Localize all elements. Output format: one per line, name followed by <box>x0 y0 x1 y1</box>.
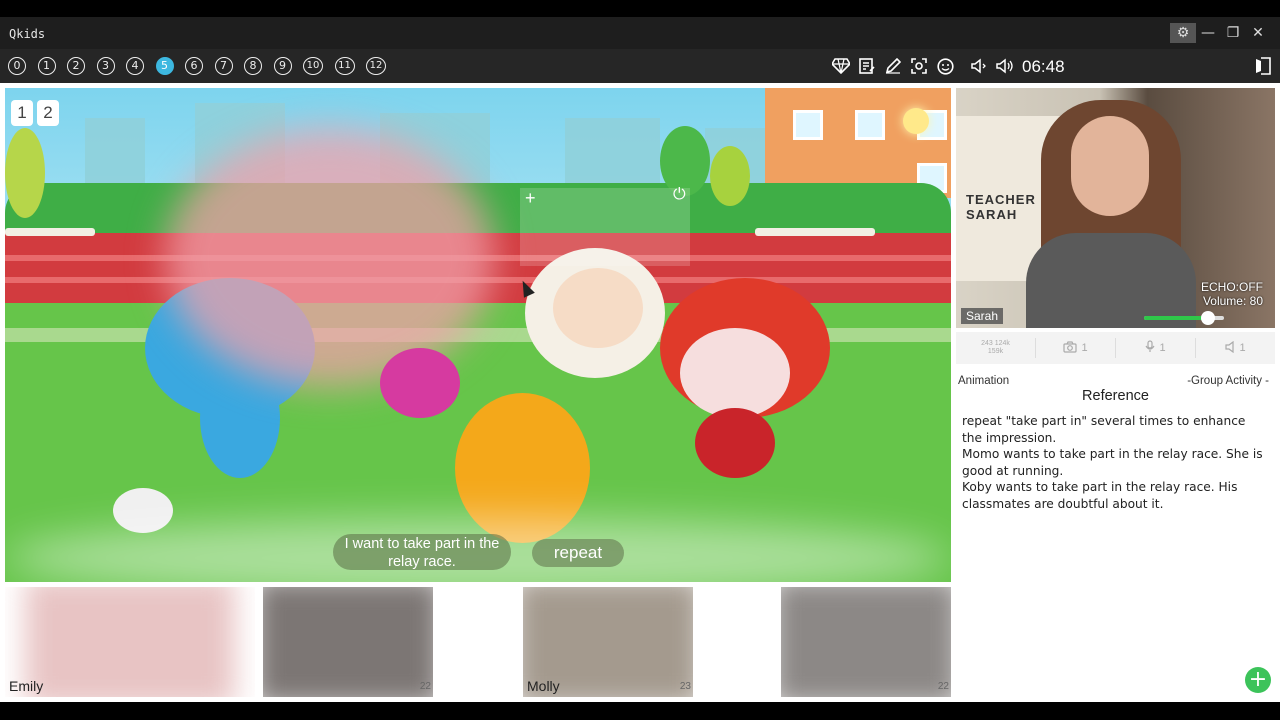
microphone-icon <box>1145 340 1155 356</box>
repeat-button[interactable]: repeat <box>532 539 624 567</box>
page-dot-2[interactable]: 2 <box>67 57 85 75</box>
student-tile[interactable]: Molly 23 <box>523 587 693 697</box>
bench <box>5 228 95 236</box>
volume-slider[interactable] <box>1144 311 1224 325</box>
mic-count[interactable]: 1 <box>1116 338 1196 358</box>
audio-status: ECHO:OFF Volume: 80 <box>1201 280 1263 308</box>
volume-knob[interactable] <box>1201 311 1215 325</box>
speaker-low-icon[interactable] <box>966 55 992 77</box>
minimize-button[interactable]: — <box>1195 23 1221 43</box>
student-name: Emily <box>9 678 44 694</box>
teacher-face <box>1071 116 1149 216</box>
add-button[interactable]: + <box>1245 667 1271 693</box>
teacher-stats-bar: 243 124k 159k 1 1 1 <box>956 332 1275 364</box>
diamond-icon[interactable] <box>828 55 854 77</box>
settings-gear-icon[interactable]: ⚙ <box>1170 23 1196 43</box>
slide-page-tab[interactable]: 2 <box>37 100 59 126</box>
fox-body <box>695 408 775 478</box>
student-tile[interactable]: Emily <box>5 587 255 697</box>
maximize-button[interactable]: ❐ <box>1220 23 1246 43</box>
page-dot-7[interactable]: 7 <box>214 57 233 75</box>
echo-status: ECHO:OFF <box>1201 280 1263 294</box>
slide-page-tab[interactable]: 1 <box>11 100 33 126</box>
bench <box>755 228 875 236</box>
close-button[interactable]: ✕ <box>1245 23 1271 43</box>
lesson-slide[interactable]: + ⏻ 1 2 I want to take part in the relay… <box>5 88 951 582</box>
pen-icon[interactable] <box>880 55 906 77</box>
teaching-tools <box>828 55 1018 77</box>
student-tile[interactable]: 22 <box>263 587 433 697</box>
fox-face <box>680 328 790 418</box>
camera-icon <box>1063 340 1078 356</box>
student-video-row: Emily 22 Molly 23 22 <box>5 587 951 697</box>
page-dot-3[interactable]: 3 <box>96 57 115 75</box>
class-timer: 06:48 <box>1022 57 1065 76</box>
student-badge: 22 <box>937 681 949 692</box>
school-building <box>765 88 951 198</box>
app-title: Qkids <box>9 27 46 41</box>
speaker-icon <box>1225 340 1235 356</box>
page-dot-10[interactable]: 10 <box>303 57 323 75</box>
reference-line: Koby wants to take part in the relay rac… <box>962 480 1238 511</box>
page-dot-11[interactable]: 11 <box>334 57 355 75</box>
draw-selection-box[interactable] <box>520 188 690 266</box>
pink-character <box>380 348 460 418</box>
volume-fill <box>1144 316 1208 320</box>
reference-notes: repeat "take part in" several times to e… <box>962 413 1267 513</box>
page-dot-8[interactable]: 8 <box>244 57 262 75</box>
smile-icon[interactable] <box>932 55 958 77</box>
camera-count[interactable]: 1 <box>1036 338 1116 358</box>
page-dot-4[interactable]: 4 <box>126 57 144 75</box>
class-toolbar: 0 1 2 3 4 5 6 7 8 9 10 11 12 06:48 <box>0 49 1280 83</box>
camera-count-value: 1 <box>1081 342 1088 354</box>
notes-icon[interactable] <box>854 55 880 77</box>
group-activity-label: -Group Activity - <box>1187 375 1269 387</box>
reference-line: Momo wants to take part in the relay rac… <box>962 447 1263 478</box>
page-dot-1[interactable]: 1 <box>37 57 56 75</box>
exit-class-icon[interactable] <box>1252 55 1274 77</box>
tab-animation[interactable]: Animation <box>958 375 1009 387</box>
tree <box>5 128 45 218</box>
caption-bubble: I want to take part in the relay race. <box>333 534 511 570</box>
title-bar: Qkids ⚙ — ❐ ✕ <box>0 17 1280 49</box>
signal-text: 159k <box>987 348 1004 355</box>
signal-text: 243 124k <box>981 340 1010 347</box>
blurred-region <box>165 128 495 388</box>
network-signal: 243 124k 159k <box>956 338 1036 358</box>
reference-title: Reference <box>1082 388 1149 404</box>
page-dot-9[interactable]: 9 <box>273 57 292 75</box>
focus-icon[interactable] <box>906 55 932 77</box>
student-tile[interactable]: 22 <box>781 587 951 697</box>
page-dot-5[interactable]: 5 <box>155 57 174 75</box>
speaker-count-value: 1 <box>1239 342 1246 354</box>
page-dot-12[interactable]: 12 <box>366 57 386 75</box>
student-badge: 22 <box>419 681 431 692</box>
lightbulb-icon[interactable] <box>903 108 929 134</box>
speaker-high-icon[interactable] <box>992 55 1018 77</box>
sheep-face <box>553 268 643 348</box>
student-name: Molly <box>527 678 560 694</box>
tree <box>710 146 750 206</box>
power-icon[interactable]: ⏻ <box>673 186 686 204</box>
speaker-count[interactable]: 1 <box>1196 338 1275 358</box>
slide-page-selector: 0 1 2 3 4 5 6 7 8 9 10 11 12 <box>8 57 398 75</box>
teacher-name-label: Sarah <box>961 308 1004 324</box>
page-dot-0[interactable]: 0 <box>8 57 26 75</box>
reference-line: repeat "take part in" several times to e… <box>962 414 1246 445</box>
volume-label: Volume: 80 <box>1202 294 1263 308</box>
mic-count-value: 1 <box>1159 342 1166 354</box>
soccer-ball <box>113 488 173 533</box>
slide-page-tabs: 1 2 <box>11 100 63 126</box>
student-badge: 23 <box>679 681 691 692</box>
plus-icon[interactable]: + <box>525 188 536 209</box>
teacher-video: TEACHER SARAH ECHO:OFF Volume: 80 Sarah <box>956 88 1275 328</box>
page-dot-6[interactable]: 6 <box>185 57 203 75</box>
qkids-app: Qkids ⚙ — ❐ ✕ 0 1 2 3 4 5 6 7 8 9 10 11 12 <box>0 17 1280 702</box>
